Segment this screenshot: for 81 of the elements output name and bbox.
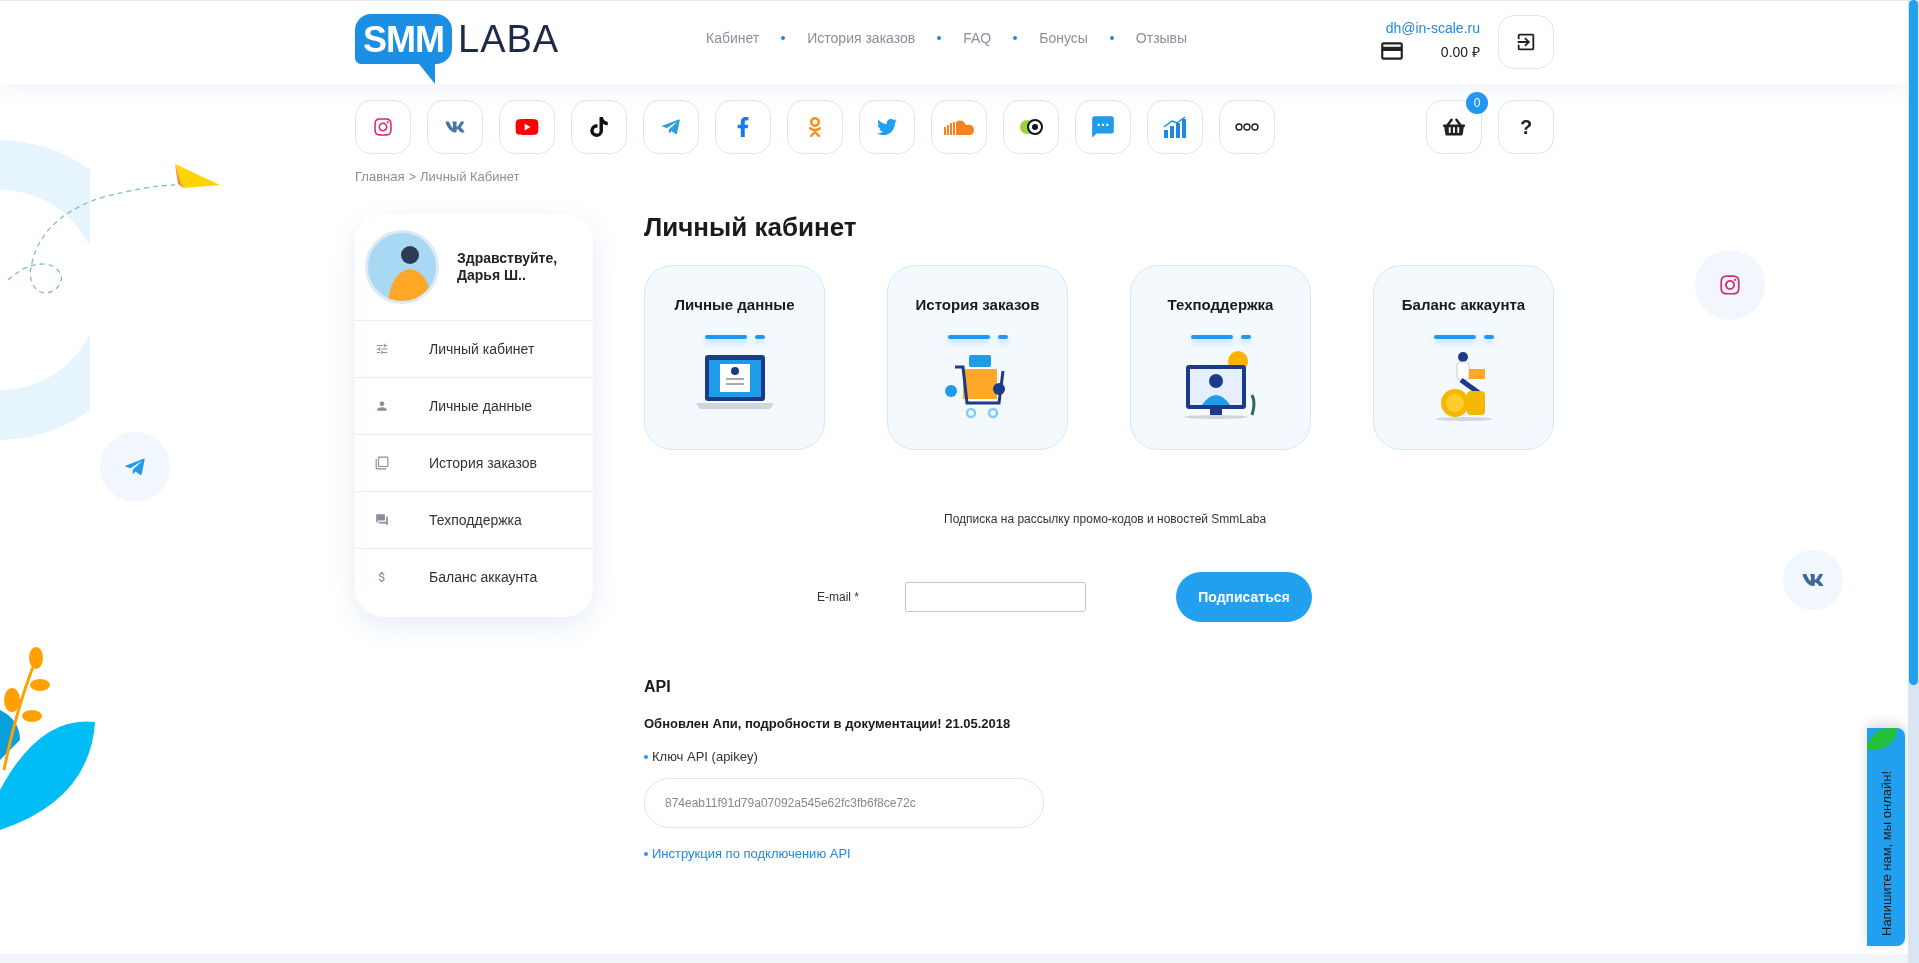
telegram-icon (124, 456, 146, 478)
sidebar-item[interactable]: Личные данные (355, 378, 593, 435)
sidebar-item[interactable]: Баланс аккаунта (355, 549, 593, 605)
sidebar-item[interactable]: Личный кабинет (355, 321, 593, 378)
sidebar-item[interactable]: Техподдержка (355, 492, 593, 549)
more-icon (1235, 123, 1259, 131)
tiktok-button[interactable] (571, 100, 627, 154)
exit-icon (1515, 31, 1537, 53)
breadcrumb-separator: > (408, 169, 417, 184)
bullet-icon (644, 754, 648, 759)
separator-dot (1013, 36, 1018, 40)
bar-chart-icon (1163, 116, 1187, 138)
odnoklassniki-button[interactable] (787, 100, 843, 154)
chat-icon (375, 513, 389, 527)
section-card[interactable]: Баланс аккаунта (1373, 265, 1554, 450)
card-title: Личные данные (674, 296, 795, 313)
scrollbar[interactable] (1908, 0, 1919, 963)
person-icon (375, 399, 389, 413)
email-label: E-mail * (817, 590, 861, 604)
stats-button[interactable] (1147, 100, 1203, 154)
likee-button[interactable] (1003, 100, 1059, 154)
section-card[interactable]: Техподдержка (1130, 265, 1311, 450)
twitter-button[interactable] (859, 100, 915, 154)
nav-link[interactable]: Бонусы (1039, 30, 1088, 46)
instagram-icon (373, 117, 393, 137)
facebook-button[interactable] (715, 100, 771, 154)
title-underline (947, 335, 1008, 339)
logo-text: LABA (458, 17, 560, 62)
logo-mark: SMM (355, 14, 452, 64)
title-underline (1433, 335, 1494, 339)
nav-link[interactable]: История заказов (807, 30, 916, 46)
separator-dot (781, 36, 786, 40)
instagram-button[interactable] (355, 100, 411, 154)
account-email[interactable]: dh@in-scale.ru (1385, 20, 1480, 36)
cart-count-badge: 0 (1466, 92, 1488, 114)
nav-link[interactable]: Кабинет (706, 30, 760, 46)
nav-link[interactable]: FAQ (963, 30, 992, 46)
more-button[interactable] (1219, 100, 1275, 154)
cart-button[interactable] (1426, 100, 1482, 154)
balance-amount: 0.00 ₽ (1440, 42, 1480, 61)
sms-button[interactable] (1075, 100, 1131, 154)
logout-button[interactable] (1498, 15, 1554, 69)
card-title: Техподдержка (1167, 296, 1274, 313)
nav-link[interactable]: Отзывы (1135, 30, 1188, 46)
telegram-icon (661, 117, 681, 137)
api-notice: Обновлен Апи, подробности в документации! 21.05.2018 (644, 716, 1012, 731)
separator-dot (937, 36, 942, 40)
instagram-icon (1719, 274, 1741, 296)
two-circles-icon (1019, 119, 1043, 135)
title-underline (1190, 335, 1251, 339)
help-button[interactable]: ? (1498, 100, 1554, 154)
email-input[interactable] (905, 582, 1086, 612)
telegram-button[interactable] (643, 100, 699, 154)
subscribe-text: Подписка на рассылку промо-кодов и новостей SmmLaba (944, 512, 1268, 526)
breadcrumb-link[interactable]: Личный Кабинет (420, 169, 520, 184)
soundcloud-button[interactable] (931, 100, 987, 154)
api-docs-link[interactable]: Инструкция по подключению API (652, 846, 851, 861)
api-heading: API (644, 678, 672, 696)
bullet-icon (644, 851, 648, 856)
twitter-icon (877, 117, 897, 137)
youtube-button[interactable] (499, 100, 555, 154)
greeting-text: Здравствуйте, Дарья Ш.. (457, 250, 558, 284)
chat-bubble-icon (1090, 114, 1116, 140)
cloud-icon (944, 119, 974, 135)
section-card[interactable]: Личные данные (644, 265, 825, 450)
card-title: Баланс аккаунта (1401, 296, 1526, 313)
sidebar-item[interactable]: История заказов (355, 435, 593, 492)
section-card[interactable]: История заказов (887, 265, 1068, 450)
title-underline (704, 335, 765, 339)
breadcrumb-link[interactable]: Главная (355, 169, 405, 184)
tiktok-icon (589, 117, 609, 137)
vk-button[interactable] (427, 100, 483, 154)
separator-dot (1109, 36, 1114, 40)
api-key-field[interactable]: 874eab11f91d79a07092a545e62fc3fb6f8ce72c (644, 778, 1044, 828)
page-title: Личный кабинет (644, 212, 858, 243)
api-key-label: Ключ API (apikey) (652, 749, 758, 764)
chat-tab[interactable]: Напишите нам, мы онлайн! (1867, 728, 1905, 946)
basket-icon (1443, 116, 1465, 138)
card-title: История заказов (915, 296, 1040, 313)
sliders-icon (375, 342, 389, 356)
copy-icon (375, 456, 389, 470)
